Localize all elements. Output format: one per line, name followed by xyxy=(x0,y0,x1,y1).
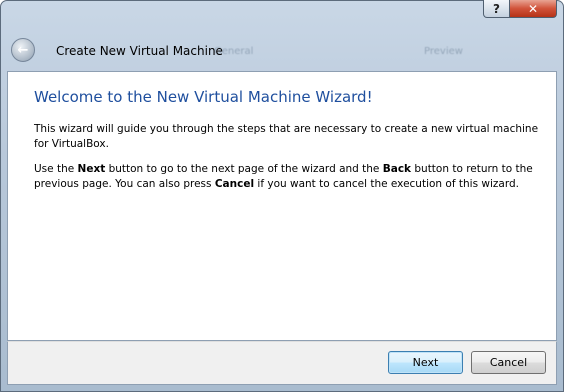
intro-paragraph: This wizard will guide you through the s… xyxy=(34,123,539,150)
back-arrow-icon: ← xyxy=(17,42,29,58)
close-icon: ✕ xyxy=(527,1,539,16)
wizard-content-pane: Welcome to the New Virtual Machine Wizar… xyxy=(7,71,557,341)
instructions-text: if you want to cancel the execution of t… xyxy=(254,178,519,190)
back-button[interactable]: ← xyxy=(11,38,35,62)
instructions-paragraph: Use the Next button to go to the next pa… xyxy=(34,162,539,192)
wizard-heading: Welcome to the New Virtual Machine Wizar… xyxy=(34,88,373,106)
instructions-back-keyword: Back xyxy=(382,163,412,175)
help-icon: ? xyxy=(493,1,500,16)
background-tab-preview: Preview xyxy=(424,46,463,57)
help-button[interactable]: ? xyxy=(483,0,510,18)
instructions-text: button to go to the next page of the wiz… xyxy=(105,163,383,175)
cancel-button[interactable]: Cancel xyxy=(471,351,546,374)
wizard-footer: Next Cancel xyxy=(7,341,557,385)
instructions-text: Use the xyxy=(34,163,78,175)
next-button[interactable]: Next xyxy=(388,351,463,374)
close-button[interactable]: ✕ xyxy=(510,0,557,18)
instructions-cancel-keyword: Cancel xyxy=(214,178,255,190)
window-title: Create New Virtual Machine xyxy=(56,44,223,58)
instructions-next-keyword: Next xyxy=(77,163,106,175)
caption-buttons: ? ✕ xyxy=(483,0,557,19)
